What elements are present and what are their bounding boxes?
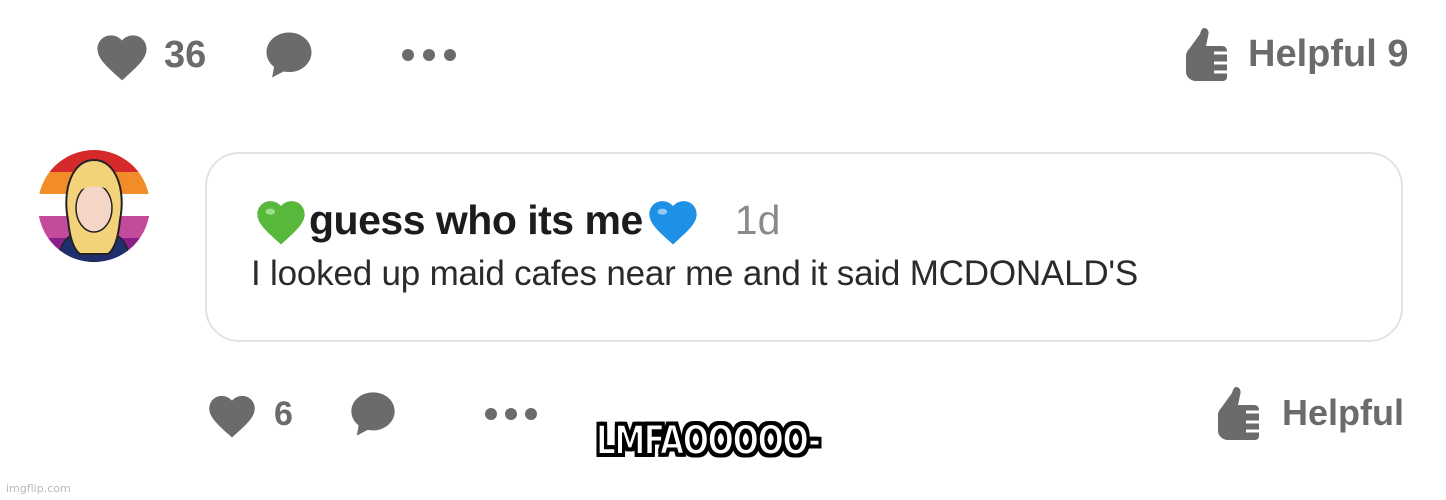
comment-like-count: 6	[274, 394, 293, 433]
timestamp: 1d	[734, 196, 781, 243]
speech-bubble-icon[interactable]	[347, 388, 399, 440]
speech-bubble-icon[interactable]	[262, 28, 316, 82]
heart-icon	[92, 28, 152, 82]
helpful-label: Helpful	[1282, 392, 1404, 433]
like-count: 36	[164, 33, 207, 76]
helpful-label: Helpful 9	[1248, 32, 1409, 75]
post-action-bar: 36	[92, 28, 458, 82]
username[interactable]: guess who its me	[309, 197, 643, 244]
comment-card: guess who its me 1d I looked up maid caf…	[205, 152, 1403, 342]
more-dots-icon[interactable]	[400, 47, 458, 63]
comment-helpful-button[interactable]: Helpful	[1216, 385, 1404, 441]
comment-header: guess who its me 1d	[251, 194, 780, 246]
green-heart-emoji	[251, 194, 311, 246]
watermark: imgflip.com	[6, 482, 71, 495]
like-button[interactable]: 36	[92, 28, 206, 82]
blue-heart-emoji	[643, 194, 703, 246]
meme-caption: LMFAOOOOO-	[595, 417, 821, 465]
heart-icon	[204, 389, 260, 439]
avatar-image	[38, 150, 150, 262]
thumbs-up-icon	[1184, 26, 1230, 82]
comment-text: I looked up maid cafes near me and it sa…	[251, 254, 1139, 293]
avatar[interactable]	[38, 150, 150, 262]
helpful-button[interactable]: Helpful 9	[1184, 26, 1408, 82]
comment-like-button[interactable]: 6	[204, 389, 293, 439]
thumbs-up-icon	[1216, 385, 1262, 441]
comment-action-bar: 6	[204, 388, 539, 440]
more-dots-icon[interactable]	[483, 406, 539, 422]
